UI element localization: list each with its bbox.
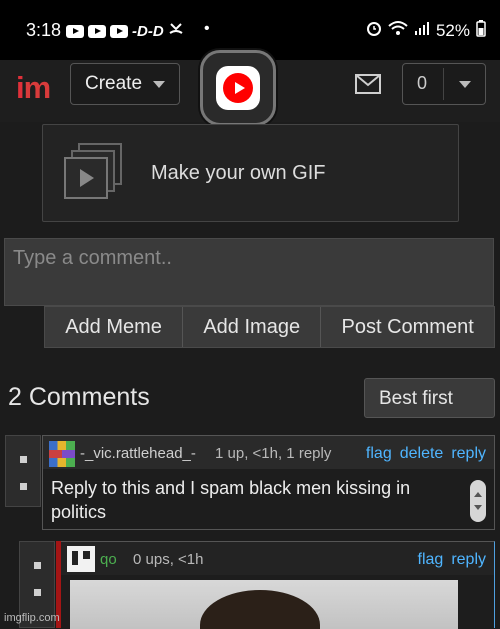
reply-link[interactable]: reply [451,445,486,462]
mail-icon[interactable] [355,74,381,99]
status-time: 3:18 [26,20,62,40]
delete-link[interactable]: delete [400,445,444,462]
comment-text: Reply to this and I spam black men kissi… [51,478,411,522]
notifications-dropdown[interactable]: 0 [402,63,486,105]
reply-link[interactable]: reply [451,551,486,568]
reply-comment: qo 0 ups, <1h flag reply [56,541,495,629]
chevron-down-icon [459,81,471,88]
flag-link[interactable]: flag [418,551,444,568]
youtube-music-floating-bubble[interactable] [200,50,276,126]
status-right-icons: 52% [366,19,486,42]
comment-textarea[interactable] [5,239,493,305]
upvote-icon[interactable] [34,562,41,569]
comment-username[interactable]: -_vic.rattlehead_- [80,445,196,462]
comment-meta: 0 ups, <1h [133,551,204,568]
notification-count: 0 [417,73,428,93]
app-notification-icon: -D-D [132,23,164,40]
make-gif-card[interactable]: Make your own GIF [42,124,459,222]
sort-label: Best first [379,388,453,409]
imgflip-logo[interactable]: im [16,70,52,106]
image-subject [200,590,320,629]
youtube-notification-icon [88,25,106,38]
comment-actions: flag delete reply [358,445,486,463]
logo-letter-i: i [16,70,25,105]
comment-input-box[interactable] [4,238,494,306]
chevron-down-icon [153,81,165,88]
downvote-icon[interactable] [20,483,27,490]
scroll-stepper-icon[interactable] [470,480,486,522]
youtube-notification-icon [110,25,128,38]
status-more-dot: • [204,20,210,37]
comment-header: -_vic.rattlehead_- 1 up, <1h, 1 reply fl… [43,436,494,469]
sort-comments-button[interactable]: Best first [364,378,495,418]
youtube-notification-icon [66,25,84,38]
alarm-icon [366,19,382,42]
avatar[interactable] [67,546,95,572]
signal-icon [414,20,430,41]
status-notification-icons: -D-D [66,21,184,42]
vote-widget [5,435,41,507]
flag-link[interactable]: flag [366,445,392,462]
comment: -_vic.rattlehead_- 1 up, <1h, 1 reply fl… [42,435,495,530]
upvote-icon[interactable] [20,456,27,463]
comment-username[interactable]: qo [100,551,117,568]
missed-call-icon [168,21,184,42]
comment-header: qo 0 ups, <1h flag reply [56,542,494,575]
make-gif-label: Make your own GIF [151,162,326,184]
create-label: Create [85,73,143,94]
logo-letter-m: m [23,70,52,105]
imgflip-watermark: imgflip.com [4,612,60,624]
post-comment-button[interactable]: Post Comment [321,307,494,347]
battery-percent: 52% [435,20,470,40]
avatar[interactable] [49,441,75,467]
play-icon [223,73,253,103]
comments-count-title: 2 Comments [8,383,150,411]
downvote-icon[interactable] [34,589,41,596]
comment-image[interactable] [70,580,458,629]
add-image-button[interactable]: Add Image [183,307,322,347]
comment-meta: 1 up, <1h, 1 reply [215,445,332,462]
notification-divider [443,68,444,100]
comment-form-buttons: Add Meme Add Image Post Comment [44,306,495,348]
wifi-icon [388,20,408,41]
battery-icon [476,19,486,42]
video-frames-icon [63,142,125,207]
create-dropdown-button[interactable]: Create [70,63,180,105]
add-meme-button[interactable]: Add Meme [45,307,184,347]
youtube-music-icon [216,66,260,110]
comment-actions: flag reply [410,551,486,569]
